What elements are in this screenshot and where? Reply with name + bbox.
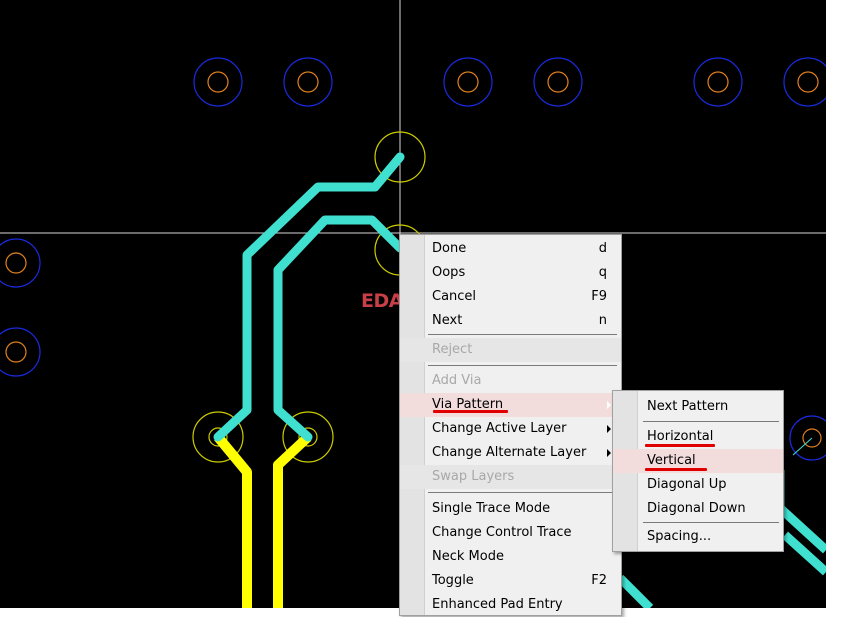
menu-item-neck-mode[interactable]: Neck Mode bbox=[400, 545, 621, 569]
menu-item-label: Toggle bbox=[432, 573, 474, 588]
trace-top-layer bbox=[214, 433, 252, 608]
menu-item-label: Spacing... bbox=[647, 529, 712, 544]
menu-item-next[interactable]: Next n bbox=[400, 309, 621, 333]
submenu-item-diagonal-down[interactable]: Diagonal Down bbox=[613, 497, 783, 521]
menu-item-oops[interactable]: Oops q bbox=[400, 261, 621, 285]
menu-item-label: Done bbox=[432, 241, 467, 256]
pad-drill bbox=[297, 71, 319, 93]
menu-separator bbox=[428, 365, 617, 366]
pad-drill bbox=[207, 71, 229, 93]
pad-column-left bbox=[0, 238, 41, 377]
menu-item-label: Diagonal Up bbox=[647, 477, 727, 492]
menu-item-change-alternate-layer[interactable]: Change Alternate Layer bbox=[400, 441, 621, 465]
submenu-arrow-icon bbox=[607, 449, 611, 457]
pad bbox=[783, 57, 826, 107]
submenu-arrow-icon bbox=[607, 425, 611, 433]
menu-item-label: Enhanced Pad Entry bbox=[432, 597, 563, 612]
pad-drill bbox=[707, 71, 729, 93]
menu-item-reject: Reject bbox=[400, 338, 621, 362]
menu-item-change-control-trace[interactable]: Change Control Trace bbox=[400, 521, 621, 545]
menu-item-cancel[interactable]: Cancel F9 bbox=[400, 285, 621, 309]
submenu-arrow-icon bbox=[607, 401, 611, 409]
menu-item-change-active-layer[interactable]: Change Active Layer bbox=[400, 417, 621, 441]
menu-item-shortcut: d bbox=[598, 241, 607, 256]
via-pattern-submenu: Next Pattern Horizontal Vertical Diagona… bbox=[612, 390, 784, 552]
menu-item-swap-layers: Swap Layers bbox=[400, 465, 621, 489]
pad bbox=[193, 57, 243, 107]
pad-drill bbox=[5, 341, 27, 363]
pad bbox=[443, 57, 493, 107]
menu-separator bbox=[428, 334, 617, 335]
submenu-item-diagonal-up[interactable]: Diagonal Up bbox=[613, 473, 783, 497]
trace-routing bbox=[273, 215, 405, 442]
pad-drill bbox=[457, 71, 479, 93]
menu-item-label: Cancel bbox=[432, 289, 477, 304]
menu-item-label: Next Pattern bbox=[647, 399, 729, 414]
menu-separator bbox=[643, 522, 779, 523]
pad bbox=[533, 57, 583, 107]
trace-top-layer bbox=[273, 433, 312, 608]
menu-item-label: Next bbox=[432, 313, 463, 328]
menu-item-label: Change Active Layer bbox=[432, 421, 567, 436]
menu-item-label: Neck Mode bbox=[432, 549, 504, 564]
menu-item-via-pattern[interactable]: Via Pattern bbox=[400, 393, 621, 417]
menu-item-shortcut: q bbox=[598, 265, 607, 280]
menu-item-done[interactable]: Done d bbox=[400, 237, 621, 261]
pad-drill bbox=[5, 252, 27, 274]
pad-drill bbox=[797, 71, 819, 93]
pad-drill bbox=[547, 71, 569, 93]
menu-item-shortcut: n bbox=[598, 313, 607, 328]
pad bbox=[283, 57, 333, 107]
menu-item-label: Change Alternate Layer bbox=[432, 445, 587, 460]
menu-item-label: Change Control Trace bbox=[432, 525, 572, 540]
menu-item-shortcut: F9 bbox=[591, 289, 607, 304]
annotation-underline-vertical bbox=[645, 468, 707, 471]
menu-item-label: Diagonal Down bbox=[647, 501, 746, 516]
annotation-underline-via-pattern bbox=[433, 410, 508, 413]
menu-item-label: Reject bbox=[432, 342, 473, 357]
submenu-item-next-pattern[interactable]: Next Pattern bbox=[613, 395, 783, 419]
context-menu: Done d Oops q Cancel F9 Next n Reject Ad… bbox=[399, 234, 622, 616]
menu-separator bbox=[643, 421, 779, 422]
menu-item-label: Swap Layers bbox=[432, 469, 515, 484]
trace-routing bbox=[616, 574, 654, 608]
menu-item-label: Via Pattern bbox=[432, 397, 504, 412]
menu-item-label: Single Trace Mode bbox=[432, 501, 551, 516]
menu-separator bbox=[428, 492, 617, 493]
menu-item-add-via: Add Via bbox=[400, 369, 621, 393]
menu-item-single-trace-mode[interactable]: Single Trace Mode bbox=[400, 497, 621, 521]
annotation-underline-horizontal bbox=[645, 444, 715, 447]
menu-item-toggle[interactable]: Toggle F2 bbox=[400, 569, 621, 593]
menu-item-enhanced-pad-entry[interactable]: Enhanced Pad Entry bbox=[400, 593, 621, 617]
pad-row-top bbox=[193, 57, 826, 107]
menu-item-shortcut: F2 bbox=[591, 573, 607, 588]
submenu-item-spacing[interactable]: Spacing... bbox=[613, 525, 783, 549]
menu-item-label: Oops bbox=[432, 265, 466, 280]
menu-item-label: Add Via bbox=[432, 373, 482, 388]
pad bbox=[693, 57, 743, 107]
